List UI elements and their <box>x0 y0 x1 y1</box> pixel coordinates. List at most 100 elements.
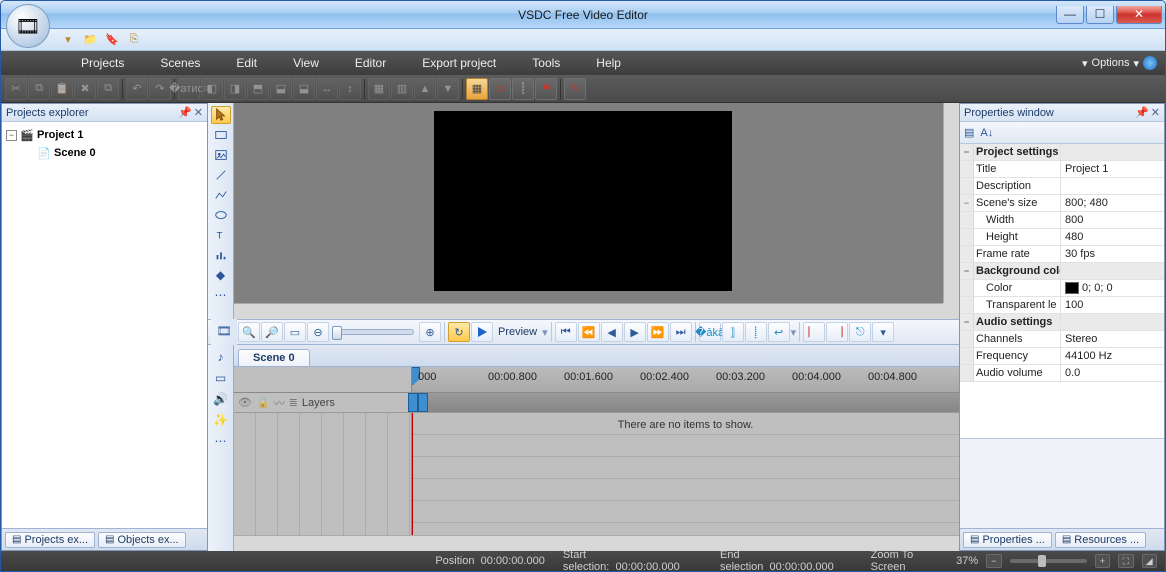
qat-save-icon[interactable]: 🔖 <box>103 31 121 49</box>
tool-chart-icon[interactable] <box>211 246 231 264</box>
expand-icon[interactable]: − <box>960 263 974 279</box>
canvas-hscroll[interactable] <box>234 303 943 319</box>
prop-desc-val[interactable] <box>1060 178 1164 194</box>
tl-video-icon[interactable]: ▭ <box>211 369 231 387</box>
panel-close-icon[interactable]: ✕ <box>1151 106 1160 119</box>
align-right-icon[interactable]: ◨ <box>224 78 246 100</box>
wave-icon[interactable]: 〰 <box>274 395 285 411</box>
distribute-v-icon[interactable]: ↕ <box>339 78 361 100</box>
resize-grip-icon[interactable]: ◢ <box>1142 554 1157 568</box>
group-icon[interactable]: ▦ <box>368 78 390 100</box>
step-back-fast-icon[interactable]: ⏪ <box>578 322 600 342</box>
ruler-icon[interactable]: ┊ <box>512 78 534 100</box>
tool-more-icon[interactable]: ⋯ <box>211 286 231 304</box>
qat-open-icon[interactable]: 📁 <box>81 31 99 49</box>
bring-front-icon[interactable]: ▲ <box>414 78 436 100</box>
track-more-icon[interactable]: ▾ <box>872 322 894 342</box>
prop-freq-val[interactable]: 44100 Hz <box>1060 348 1164 364</box>
layers-row-header[interactable]: 👁 🔒 〰 ≣ Layers <box>234 393 412 412</box>
scene-tab-0[interactable]: Scene 0 <box>238 349 310 366</box>
zoom-fit-icon[interactable]: ▭ <box>284 322 306 342</box>
play-icon[interactable] <box>471 322 493 342</box>
menu-help[interactable]: Help <box>578 51 639 75</box>
zoom-slider[interactable] <box>334 329 414 335</box>
split-icon[interactable]: ⸽ <box>745 322 767 342</box>
qat-export-icon[interactable]: ⎘ <box>125 31 143 49</box>
menu-options[interactable]: ▾ Options ▾ <box>1082 56 1165 70</box>
prop-size-val[interactable]: 800; 480 <box>1060 195 1164 211</box>
zoom-in-icon[interactable]: 🔍 <box>238 322 260 342</box>
layers-icon[interactable]: ≣ <box>289 396 298 409</box>
align-top-icon[interactable]: ⬒ <box>247 78 269 100</box>
tl-audio-icon[interactable]: ♪ <box>211 348 231 366</box>
range-end-handle[interactable] <box>418 393 428 412</box>
ungroup-icon[interactable]: ▥ <box>391 78 413 100</box>
prop-fps-val[interactable]: 30 fps <box>1060 246 1164 262</box>
fit-screen-button[interactable]: ⛶ <box>1118 554 1133 568</box>
align-center-h-icon[interactable]: ◧ <box>201 78 223 100</box>
expand-icon[interactable]: − <box>960 144 974 160</box>
zoom-out-icon[interactable]: 🔎 <box>261 322 283 342</box>
help-orb-icon[interactable] <box>1143 56 1157 70</box>
tab-objects-explorer[interactable]: ▤Objects ex... <box>98 532 186 548</box>
app-menu-orb[interactable]: 🎞 <box>2 0 54 52</box>
zoom-minus-button[interactable]: − <box>986 554 1001 568</box>
close-button[interactable]: ✕ <box>1116 6 1162 24</box>
eye-icon[interactable]: 👁 <box>238 396 252 409</box>
undo-icon[interactable]: ↶ <box>126 78 148 100</box>
send-back-icon[interactable]: ▼ <box>437 78 459 100</box>
prop-chan-val[interactable]: Stereo <box>1060 331 1164 347</box>
timeline-hscroll[interactable] <box>234 535 959 551</box>
duplicate-icon[interactable]: ⧉ <box>97 78 119 100</box>
flag-icon[interactable]: ⚑ <box>535 78 557 100</box>
delete-icon[interactable]: ✖ <box>74 78 96 100</box>
layers-track[interactable] <box>412 393 959 412</box>
tab-properties[interactable]: ▤Properties ... <box>963 532 1052 548</box>
tool-rect-icon[interactable] <box>211 126 231 144</box>
prop-title-val[interactable]: Project 1 <box>1060 161 1164 177</box>
categorized-icon[interactable]: ▤ <box>964 126 974 139</box>
playhead-line[interactable] <box>412 413 413 535</box>
tool-line-icon[interactable] <box>211 166 231 184</box>
qat-new-icon[interactable]: ▾ <box>59 31 77 49</box>
tab-projects-explorer[interactable]: ▤Projects ex... <box>5 532 95 548</box>
snap-grid-icon[interactable]: ▦ <box>466 78 488 100</box>
panel-close-icon[interactable]: ✕ <box>194 106 203 119</box>
align-left-icon[interactable]: �атися <box>178 78 200 100</box>
pin-icon[interactable]: 📌 <box>178 106 192 119</box>
tl-vol-icon[interactable]: 🔊 <box>211 390 231 408</box>
track-add-icon[interactable]: ⎸ <box>803 322 825 342</box>
align-middle-icon[interactable]: ⬓ <box>270 78 292 100</box>
menu-export-project[interactable]: Export project <box>404 51 514 75</box>
lock-icon[interactable]: 🔒 <box>256 396 270 409</box>
undo-tl-icon[interactable]: ↩ <box>768 322 790 342</box>
mark-out-icon[interactable]: ⟧ <box>722 322 744 342</box>
pin-icon[interactable]: 📌 <box>1135 106 1149 119</box>
tl-fx-icon[interactable]: ✨ <box>211 411 231 429</box>
title-bar[interactable]: VSDC Free Video Editor — ☐ ✕ <box>1 1 1165 29</box>
copy-icon[interactable]: ⧉ <box>28 78 50 100</box>
tree-root[interactable]: − 🎬 Project 1 <box>6 126 203 144</box>
color-swatch-icon[interactable] <box>1065 282 1079 294</box>
menu-editor[interactable]: Editor <box>337 51 404 75</box>
zoom-plus-button[interactable]: + <box>1095 554 1110 568</box>
zoom-to-screen-label[interactable]: Zoom To Screen <box>871 549 948 572</box>
tool-shape-icon[interactable]: ◆ <box>211 266 231 284</box>
preview-canvas[interactable] <box>434 111 732 291</box>
prop-width-val[interactable]: 800 <box>1060 212 1164 228</box>
step-back-icon[interactable]: ◀ <box>601 322 623 342</box>
prop-trans-val[interactable]: 100 <box>1060 297 1164 313</box>
step-fwd-fast-icon[interactable]: ⏩ <box>647 322 669 342</box>
expand-icon[interactable]: − <box>960 314 974 330</box>
tool-cursor-icon[interactable] <box>211 106 231 124</box>
menu-projects[interactable]: Projects <box>63 51 142 75</box>
tool-text-icon[interactable]: T <box>211 226 231 244</box>
pencil-icon[interactable]: ✎ <box>564 78 586 100</box>
loop-icon[interactable]: ↻ <box>448 322 470 342</box>
tl-more-icon[interactable]: ⋯ <box>211 432 231 450</box>
tool-ellipse-icon[interactable] <box>211 206 231 224</box>
snap-guides-icon[interactable]: ⊃ <box>489 78 511 100</box>
tool-image-icon[interactable] <box>211 146 231 164</box>
project-tree[interactable]: − 🎬 Project 1 📄 Scene 0 <box>2 122 207 528</box>
prop-color-val[interactable]: 0; 0; 0 <box>1060 280 1164 296</box>
